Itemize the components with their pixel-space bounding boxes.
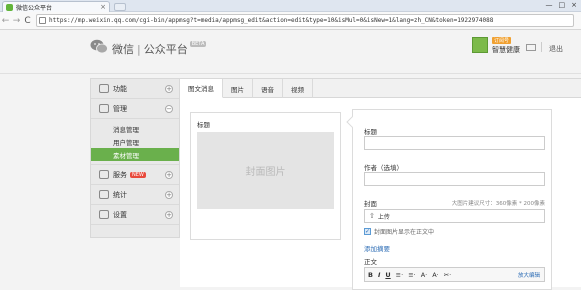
expand-editor-link[interactable]: 放大编辑 xyxy=(518,271,540,279)
brand-separator: | xyxy=(137,43,141,56)
logout-link[interactable]: 退出 xyxy=(549,44,563,54)
sidebar-subitem-materials[interactable]: 素材管理 xyxy=(91,148,179,161)
cover-label: 封面 xyxy=(364,200,377,208)
sidebar-subitem-messages[interactable]: 消息管理 xyxy=(91,122,179,135)
bold-button[interactable]: B xyxy=(368,271,373,279)
minimize-button[interactable]: — xyxy=(546,1,553,9)
tab-image[interactable]: 图片 xyxy=(223,79,253,98)
author-input[interactable] xyxy=(364,172,545,186)
article-preview: 标题 封面图片 xyxy=(190,112,341,240)
collapse-icon[interactable]: − xyxy=(165,105,173,113)
manage-icon xyxy=(99,104,109,113)
tab-close-icon[interactable]: × xyxy=(100,3,106,11)
show-cover-checkbox[interactable]: ✓ xyxy=(364,228,371,235)
sidebar-item-stats[interactable]: 统计 + xyxy=(91,185,179,205)
account-name[interactable]: 智慧健康 xyxy=(492,45,520,55)
sidebar-item-manage[interactable]: 管理 − xyxy=(91,99,179,119)
browser-titlebar: 微信公众平台 × — □ × xyxy=(0,0,581,12)
show-cover-option[interactable]: ✓ 封面图片显示在正文中 xyxy=(364,227,434,236)
sidebar-item-label: 服务 xyxy=(113,170,127,179)
upload-button[interactable]: ⇧ 上传 xyxy=(364,209,545,223)
tab-article[interactable]: 图文消息 xyxy=(180,79,223,98)
brand-name: 微信 xyxy=(112,43,134,56)
url-text[interactable]: https://mp.weixin.qq.com/cgi-bin/appmsg?… xyxy=(49,17,493,24)
manage-submenu: 消息管理 用户管理 素材管理 xyxy=(91,119,179,165)
add-summary-link[interactable]: 添加摘要 xyxy=(364,243,390,253)
author-label: 作者（选填） xyxy=(364,164,403,172)
ordered-list-button[interactable]: ≡· xyxy=(396,271,404,279)
sidebar-item-features[interactable]: 功能 + xyxy=(91,79,179,99)
beta-badge: BETA xyxy=(189,41,207,47)
editor-pointer xyxy=(346,116,358,128)
expand-icon[interactable]: + xyxy=(165,171,173,179)
sidebar-item-settings[interactable]: 设置 + xyxy=(91,205,179,225)
tab-title: 微信公众平台 xyxy=(16,4,53,12)
back-button[interactable]: ← xyxy=(0,16,11,26)
sidebar-item-label: 管理 xyxy=(113,104,127,113)
expand-icon[interactable]: + xyxy=(165,85,173,93)
forward-button[interactable]: → xyxy=(11,16,22,26)
window-controls: — □ × xyxy=(546,1,578,9)
expand-icon[interactable]: + xyxy=(165,191,173,199)
browser-navbar: ← → C https://mp.weixin.qq.com/cgi-bin/a… xyxy=(0,12,581,30)
gear-icon xyxy=(99,210,109,219)
brand: 微信 | 公众平台 BETA xyxy=(112,41,207,57)
address-bar[interactable]: https://mp.weixin.qq.com/cgi-bin/appmsg?… xyxy=(36,14,574,27)
editor-toolbar: B I U ≡· ≡· A· A· ✂· 放大编辑 xyxy=(364,267,545,282)
cover-size-hint: 大图片建议尺寸：360像素 * 200像素 xyxy=(451,201,545,207)
stats-icon xyxy=(99,190,109,199)
browser-tab[interactable]: 微信公众平台 × xyxy=(2,1,110,12)
format-brush-button[interactable]: ✂· xyxy=(444,271,452,279)
main-content: 图文消息 图片 语音 视频 标题 封面图片 标题 作者（选填） 封面 大图片建议… xyxy=(180,78,581,290)
product-name: 公众平台 xyxy=(143,43,188,56)
header-divider xyxy=(541,42,542,52)
sidebar-item-label: 统计 xyxy=(113,190,127,199)
sidebar-item-services[interactable]: 服务 NEW + xyxy=(91,165,179,185)
cover-text: 封面图片 xyxy=(245,167,286,178)
upload-label: 上传 xyxy=(377,213,390,221)
preview-title: 标题 xyxy=(197,121,210,129)
article-editor: 标题 作者（选填） 封面 大图片建议尺寸：360像素 * 200像素 ⇧ 上传 … xyxy=(346,109,552,290)
new-tab-button[interactable] xyxy=(114,3,126,11)
account-type-badge: 订阅号 xyxy=(492,37,512,44)
title-label: 标题 xyxy=(364,128,377,136)
wechat-favicon-icon xyxy=(6,3,13,11)
background-color-button[interactable]: A· xyxy=(432,271,439,279)
title-input[interactable] xyxy=(364,136,545,150)
close-window-button[interactable]: × xyxy=(571,1,577,9)
wechat-logo-icon xyxy=(90,39,108,54)
new-badge: NEW xyxy=(130,171,146,178)
upload-icon: ⇧ xyxy=(369,212,375,220)
sidebar-subitem-users[interactable]: 用户管理 xyxy=(91,135,179,148)
reload-button[interactable]: C xyxy=(22,16,33,26)
sidebar-item-label: 设置 xyxy=(113,210,127,219)
font-color-button[interactable]: A· xyxy=(421,271,428,279)
maximize-button[interactable]: □ xyxy=(559,1,566,9)
cover-placeholder: 封面图片 xyxy=(197,132,334,209)
page-header: 微信 | 公众平台 BETA 订阅号 智慧健康 退出 xyxy=(0,30,581,74)
features-icon xyxy=(99,84,109,93)
tab-voice[interactable]: 语音 xyxy=(253,79,283,98)
bullet-list-button[interactable]: ≡· xyxy=(408,271,416,279)
material-tabs: 图文消息 图片 语音 视频 xyxy=(180,79,581,98)
italic-button[interactable]: I xyxy=(378,271,380,279)
show-cover-label: 封面图片显示在正文中 xyxy=(374,229,435,236)
mail-icon[interactable] xyxy=(526,44,536,51)
account-avatar[interactable] xyxy=(472,37,488,53)
sidebar: 功能 + 管理 − 消息管理 用户管理 素材管理 服务 NEW + 统计 + 设… xyxy=(90,78,180,238)
body-label: 正文 xyxy=(364,258,377,266)
services-icon xyxy=(99,170,109,179)
underline-button[interactable]: U xyxy=(385,271,390,279)
expand-icon[interactable]: + xyxy=(165,211,173,219)
sidebar-item-label: 功能 xyxy=(113,84,127,93)
tab-video[interactable]: 视频 xyxy=(283,79,313,98)
page-icon xyxy=(39,17,46,24)
